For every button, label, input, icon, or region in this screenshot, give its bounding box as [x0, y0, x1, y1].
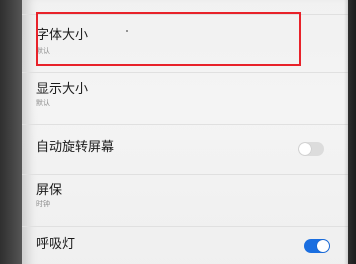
- display-size-value: 默认: [36, 99, 50, 107]
- display-size-title: 显示大小: [36, 82, 89, 97]
- toggle-knob: [317, 240, 329, 252]
- screensaver-value: 时钟: [36, 200, 50, 208]
- toggle-knob: [299, 143, 311, 155]
- breathing-light-toggle[interactable]: [304, 239, 330, 253]
- settings-screen: 字体大小 默认 显示大小 默认 自动旋转屏幕 屏保 时钟 呼吸灯: [22, 0, 348, 264]
- auto-rotate-row[interactable]: 自动旋转屏幕: [22, 124, 348, 175]
- breathing-light-row[interactable]: 呼吸灯: [22, 226, 348, 264]
- display-size-row[interactable]: 显示大小 默认: [22, 72, 348, 125]
- auto-rotate-title: 自动旋转屏幕: [36, 140, 115, 155]
- photo-frame: 字体大小 默认 显示大小 默认 自动旋转屏幕 屏保 时钟 呼吸灯: [0, 0, 356, 264]
- screensaver-row[interactable]: 屏保 时钟: [22, 174, 348, 227]
- auto-rotate-toggle[interactable]: [298, 142, 324, 156]
- breathing-light-title: 呼吸灯: [36, 237, 76, 252]
- screensaver-title: 屏保: [36, 183, 63, 198]
- highlight-annotation-box: [36, 12, 301, 66]
